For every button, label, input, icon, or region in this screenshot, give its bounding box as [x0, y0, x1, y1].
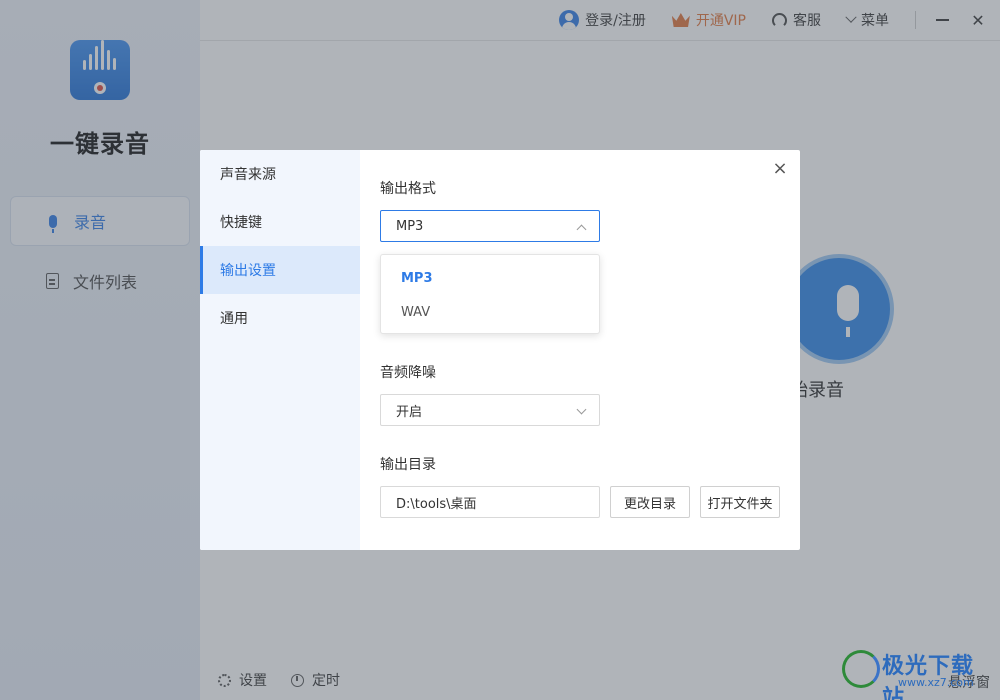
output-settings-panel: 输出格式 MP3 MP3 WAV 音频降噪 开启 输出目录 更改目录 打开文件夹 [380, 150, 800, 550]
noise-reduction-select[interactable]: 开启 [380, 394, 600, 426]
chevron-up-icon [576, 224, 587, 235]
chevron-down-icon [576, 404, 587, 415]
watermark-text: 极光下载站 [882, 654, 975, 700]
settings-dialog: 声音来源 快捷键 输出设置 通用 × 输出格式 MP3 MP3 WAV 音频降噪… [200, 150, 800, 550]
noise-reduction-label: 音频降噪 [380, 365, 436, 381]
output-dir-label: 输出目录 [380, 457, 436, 473]
tab-hotkeys[interactable]: 快捷键 [200, 198, 360, 246]
watermark-logo-icon [842, 650, 880, 688]
watermark-url: www.xz7.com [898, 676, 974, 689]
format-option-wav[interactable]: WAV [381, 295, 599, 329]
noise-reduction-value: 开启 [396, 404, 423, 420]
format-option-mp3[interactable]: MP3 [381, 261, 599, 295]
output-format-value: MP3 [396, 218, 424, 234]
tab-output-settings[interactable]: 输出设置 [200, 246, 360, 294]
tab-sound-source[interactable]: 声音来源 [200, 150, 360, 198]
output-format-label: 输出格式 [380, 181, 436, 197]
settings-tab-list: 声音来源 快捷键 输出设置 通用 [200, 150, 360, 550]
output-format-select[interactable]: MP3 [380, 210, 600, 242]
watermark: 极光下载站 www.xz7.com [842, 648, 992, 700]
output-format-dropdown: MP3 WAV [380, 254, 600, 334]
tab-general[interactable]: 通用 [200, 294, 360, 342]
change-dir-button[interactable]: 更改目录 [610, 486, 690, 518]
output-dir-field[interactable] [380, 486, 600, 518]
open-folder-button[interactable]: 打开文件夹 [700, 486, 780, 518]
